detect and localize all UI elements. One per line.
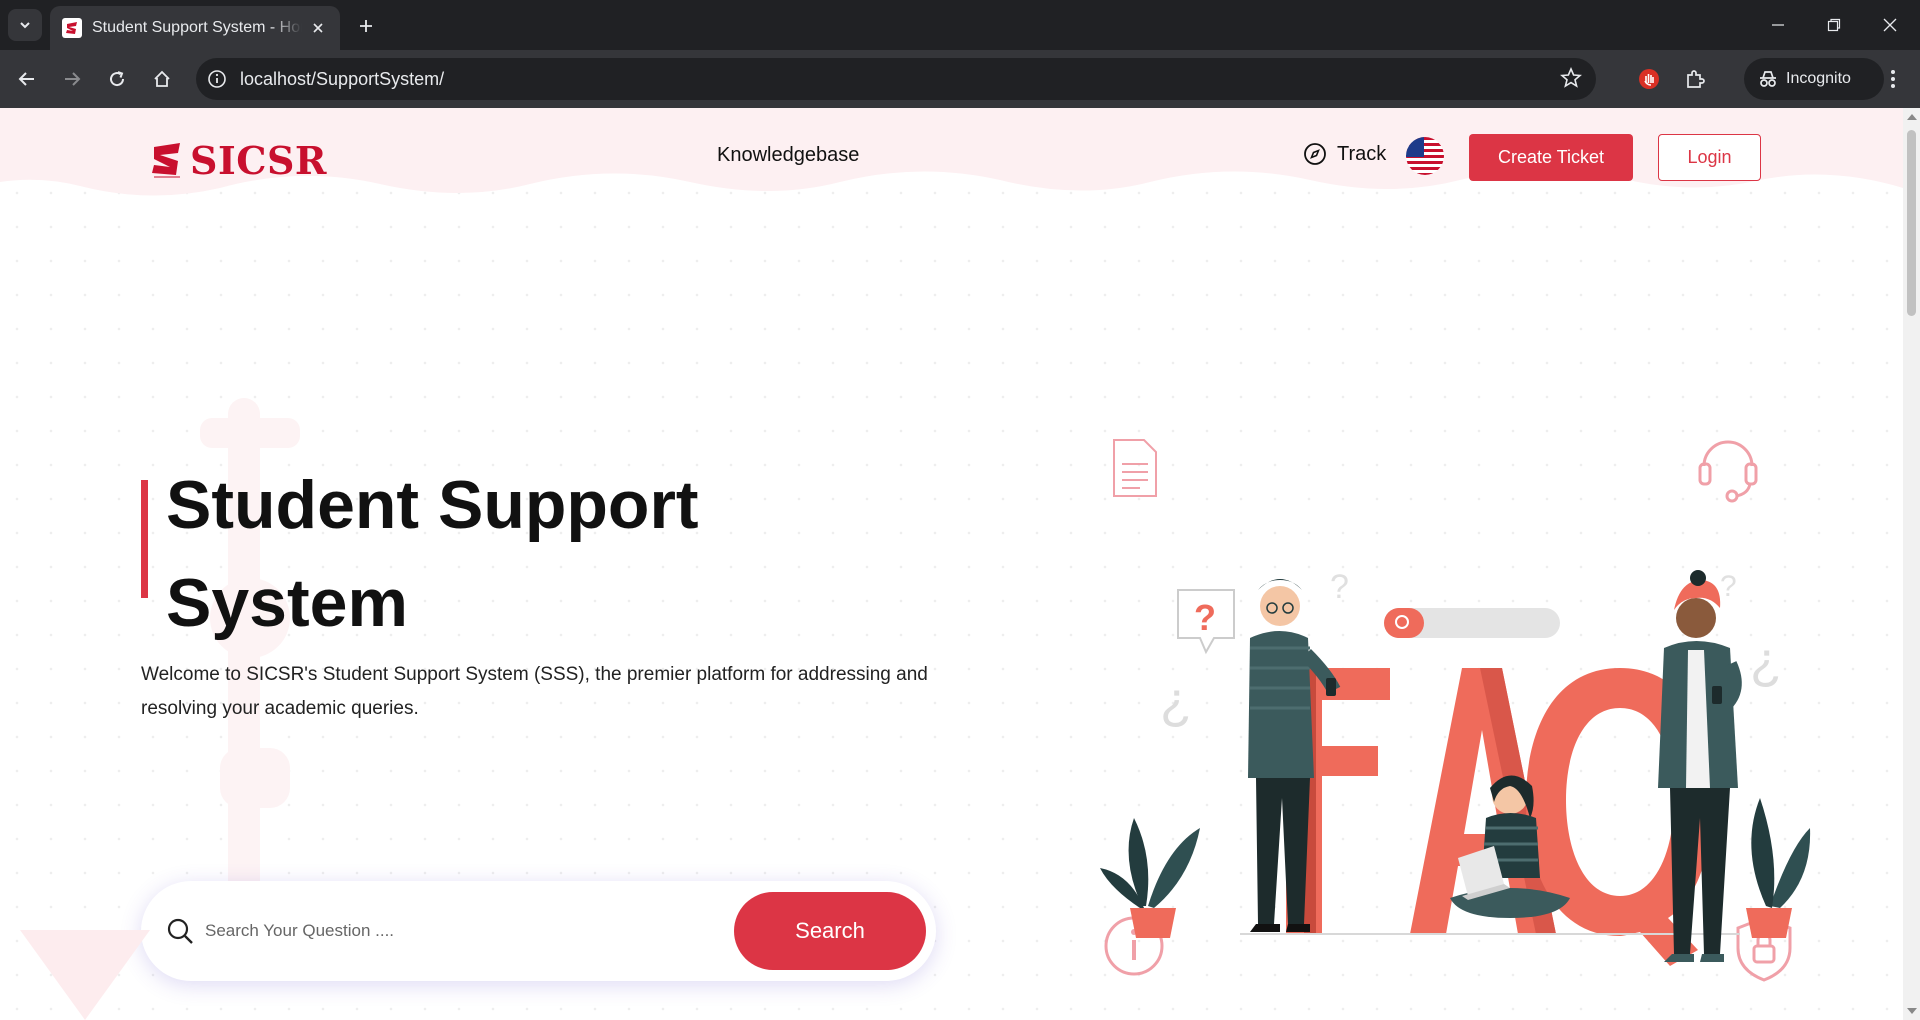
- svg-text:¿: ¿: [1750, 632, 1782, 690]
- restore-button[interactable]: [1806, 0, 1862, 50]
- kebab-menu-icon: [1891, 70, 1895, 88]
- plant-left: [1100, 818, 1200, 938]
- site-header: SICSR Knowledgebase Track Create Ticket …: [0, 108, 1903, 218]
- faq-illustration: ? ? ¿ ¿ ?: [1100, 439, 1811, 982]
- new-tab-button[interactable]: [352, 12, 380, 40]
- compass-icon: [1304, 143, 1326, 165]
- svg-text:¿: ¿: [1160, 672, 1192, 730]
- incognito-icon: [1760, 71, 1776, 87]
- nav-link-knowledgebase[interactable]: Knowledgebase: [717, 144, 859, 167]
- arrow-left-icon: [18, 72, 34, 86]
- tab-close-icon[interactable]: [308, 18, 328, 38]
- hero-accent-bar: [141, 480, 148, 598]
- logo-text: SICSR: [190, 138, 327, 183]
- bookmark-star-icon[interactable]: [1560, 66, 1582, 94]
- svg-text:?: ?: [1330, 568, 1349, 606]
- document-icon: [1113, 439, 1157, 497]
- incognito-label: Incognito: [1786, 70, 1851, 87]
- restore-icon: [1827, 18, 1841, 32]
- svg-text:?: ?: [1194, 597, 1216, 638]
- browser-toolbar: localhost/SupportSystem/ Incognito: [0, 50, 1920, 108]
- headset-icon: [1698, 440, 1758, 503]
- forward-button[interactable]: [55, 62, 89, 96]
- extension-icon[interactable]: [1632, 62, 1666, 96]
- track-link[interactable]: Track: [1303, 142, 1386, 166]
- search-icon: [165, 916, 195, 946]
- question-bubble-icon: ?: [1177, 589, 1235, 655]
- back-button[interactable]: [10, 62, 44, 96]
- hero-title: Student Support System: [166, 456, 866, 652]
- arrow-right-icon: [65, 72, 81, 86]
- plant-right: [1746, 798, 1811, 938]
- close-window-button[interactable]: [1862, 0, 1918, 50]
- browser-menu-button[interactable]: [1876, 62, 1910, 96]
- plus-icon: [360, 20, 372, 32]
- hero-description: Welcome to SICSR's Student Support Syste…: [141, 664, 928, 719]
- hero-title-line-2: System: [166, 565, 408, 641]
- reload-button[interactable]: [100, 62, 134, 96]
- reload-icon: [110, 71, 125, 87]
- address-bar[interactable]: localhost/SupportSystem/: [196, 58, 1596, 100]
- login-button[interactable]: Login: [1658, 134, 1761, 181]
- page-viewport: SICSR Knowledgebase Track Create Ticket …: [0, 108, 1903, 1020]
- browser-tab[interactable]: Student Support System - Home: [50, 6, 340, 50]
- scrollbar-thumb[interactable]: [1907, 130, 1916, 316]
- tab-title: Student Support System - Home: [92, 19, 302, 36]
- search-input[interactable]: [205, 921, 725, 941]
- favicon-icon: [62, 18, 82, 38]
- search-button[interactable]: Search: [734, 892, 926, 970]
- scroll-up-arrow-icon[interactable]: [1907, 114, 1917, 120]
- hero-title-line-1: Student Support: [166, 467, 699, 543]
- scroll-down-arrow-icon[interactable]: [1907, 1008, 1917, 1014]
- page-scrollbar[interactable]: [1903, 108, 1920, 1020]
- tab-search-button[interactable]: [8, 9, 42, 41]
- us-flag-language-icon[interactable]: [1406, 137, 1444, 175]
- home-button[interactable]: [145, 62, 179, 96]
- svg-text:?: ?: [1720, 570, 1737, 603]
- site-info-icon[interactable]: [202, 64, 232, 94]
- sicsr-logo-icon: [152, 142, 180, 177]
- chevron-down-icon: [20, 22, 30, 29]
- decorative-triangle: [20, 930, 150, 1020]
- minimize-icon: [1772, 24, 1784, 26]
- browser-tabstrip: Student Support System - Home: [0, 0, 1920, 50]
- url-text: localhost/SupportSystem/: [240, 68, 445, 89]
- home-icon: [154, 70, 170, 87]
- minimize-button[interactable]: [1750, 0, 1806, 50]
- search-box: Search: [141, 881, 936, 981]
- incognito-badge[interactable]: Incognito: [1744, 58, 1884, 100]
- logo[interactable]: SICSR: [150, 138, 327, 183]
- track-label: Track: [1337, 142, 1387, 165]
- close-icon: [1883, 18, 1897, 32]
- create-ticket-button[interactable]: Create Ticket: [1469, 134, 1633, 181]
- extensions-puzzle-icon[interactable]: [1678, 62, 1712, 96]
